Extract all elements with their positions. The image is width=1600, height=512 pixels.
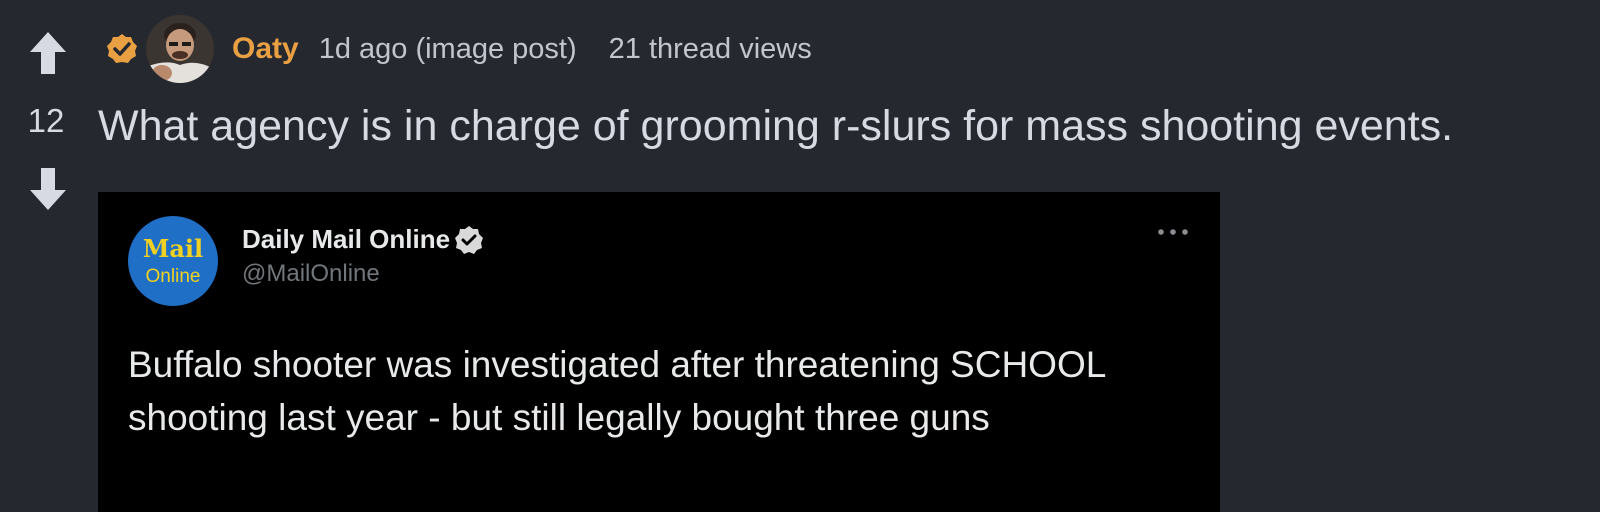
post-image[interactable]: Mail Online Daily Mail Online @MailOnlin…: [98, 192, 1220, 512]
thread-views: 21 thread views: [608, 32, 812, 65]
author-name[interactable]: Oaty: [232, 32, 299, 66]
verified-check-icon: [455, 225, 484, 254]
svg-text:Online: Online: [146, 266, 201, 287]
tweet-text: Buffalo shooter was investigated after t…: [128, 344, 1105, 438]
tweet-handle: @MailOnline: [242, 260, 380, 287]
tweet-author-row: Daily Mail Online: [242, 224, 484, 255]
post-time: 1d ago (image post): [318, 32, 577, 65]
tweet-display-name: Daily Mail Online: [242, 224, 451, 254]
post-title[interactable]: What agency is in charge of grooming r-s…: [98, 102, 1453, 151]
verified-badge-icon: [107, 34, 137, 63]
arrow-down-icon[interactable]: [28, 166, 68, 212]
mail-online-logo: Mail Online: [128, 216, 218, 306]
vote-score: 12: [27, 102, 65, 139]
post-meta: Oaty 1d ago (image post) 21 thread views: [106, 15, 812, 83]
svg-text:Mail: Mail: [143, 234, 203, 263]
arrow-up-icon[interactable]: [28, 30, 68, 76]
ellipsis-icon: [1158, 229, 1188, 235]
avatar[interactable]: [146, 15, 214, 83]
vote-column: 12: [18, 28, 76, 218]
